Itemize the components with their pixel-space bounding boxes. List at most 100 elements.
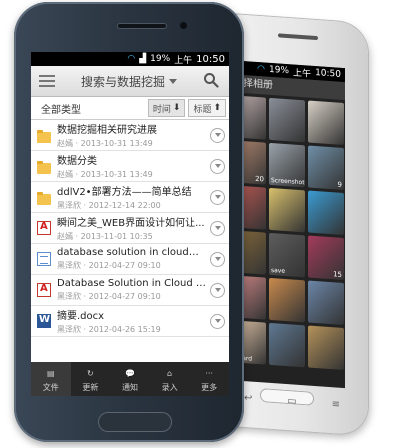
back-phone-speaker (278, 33, 318, 41)
wifi-icon: ◠ (127, 54, 136, 64)
file-meta: 黑泽欣 · 2012-12-14 22:00 (57, 200, 206, 211)
file-text: Database Solution in Cloud Co... 黑泽欣 · 20… (57, 278, 206, 302)
file-name: 瞬间之美_WEB界面设计如何让... (57, 218, 205, 229)
file-author: 黑泽欣 (57, 325, 81, 334)
album-count: 15 (333, 270, 342, 279)
expand-options-icon[interactable] (210, 282, 225, 298)
file-row[interactable]: Database Solution in Cloud Co... 黑泽欣 · 20… (31, 275, 229, 306)
hamburger-menu-icon[interactable] (39, 75, 55, 87)
file-row[interactable]: database solution in cloud——... 黑泽欣 · 201… (31, 244, 229, 275)
file-row[interactable]: ddlV2•部署方法——简单总结黑泽欣 · 2012-12-14 22:00 (31, 182, 229, 213)
tab-capture[interactable]: ⌂ 录入 (150, 362, 190, 396)
library-selector[interactable]: 搜索与数据挖掘 (55, 73, 203, 90)
capture-icon: ⌂ (167, 368, 173, 378)
bottom-tab-bar: ▤ 文件 ↻ 更新 💬 通知 ⌂ 录入 ··· 更多 (31, 362, 229, 396)
text-file-icon (37, 252, 51, 266)
file-meta: 黑泽欣 · 2012-04-26 15:19 (57, 324, 206, 335)
type-filter[interactable]: 全部类型 (41, 101, 148, 116)
file-text: database solution in cloud——... 黑泽欣 · 201… (57, 247, 206, 271)
file-author: 黑泽欣 (57, 261, 81, 270)
tab-notification[interactable]: 💬 通知 (110, 362, 150, 396)
file-list: 数据挖掘相关研究进展 赵嫣 · 2013-10-31 13:49 数据分类 赵嫣 · … (31, 120, 229, 337)
file-author: 黑泽欣 (57, 292, 81, 301)
tab-more[interactable]: ··· 更多 (189, 362, 229, 396)
file-date: 2012-04-26 15:19 (88, 325, 161, 334)
sort-time-label: 时间 (152, 104, 171, 115)
tab-label: 文件 (42, 383, 59, 392)
arrow-down-icon: ⬇ (172, 103, 181, 113)
album-thumbnail[interactable] (269, 187, 305, 233)
album-thumbnail[interactable] (269, 322, 305, 368)
expand-options-icon[interactable] (210, 251, 225, 267)
clock-ampm: 上午 (174, 55, 193, 66)
sort-by-title-button[interactable]: 标题 ⬆ (188, 99, 226, 117)
front-phone-speaker (118, 24, 166, 28)
album-thumbnail[interactable] (308, 190, 344, 236)
home-nav-icon[interactable]: ▭ (287, 396, 296, 411)
album-thumbnail[interactable] (308, 280, 344, 326)
expand-options-icon[interactable] (210, 189, 225, 205)
meta-separator: · (73, 139, 81, 148)
tab-label: 通知 (121, 383, 138, 392)
tab-file[interactable]: ▤ 文件 (31, 362, 71, 396)
sort-bar: 全部类型 时间 ⬇ 标题 ⬆ (31, 97, 229, 120)
arrow-up-icon: ⬆ (213, 103, 221, 113)
album-thumbnail[interactable] (269, 277, 305, 323)
album-thumbnail[interactable]: Screenshots (269, 142, 305, 188)
file-meta: 黑泽欣 · 2012-04-27 09:10 (57, 260, 206, 271)
file-text: ddlV2•部署方法——简单总结黑泽欣 · 2012-12-14 22:00 (57, 183, 206, 211)
clock-time: 10:50 (196, 53, 225, 65)
update-icon: ↻ (87, 368, 94, 378)
folder-icon (37, 129, 51, 143)
meta-separator: · (73, 232, 81, 241)
front-phone-home-button[interactable] (98, 412, 172, 432)
file-row[interactable]: 数据挖掘相关研究进展 赵嫣 · 2013-10-31 13:49 (31, 120, 229, 151)
expand-options-icon[interactable] (210, 127, 225, 143)
file-row[interactable]: 瞬间之美_WEB界面设计如何让... 赵嫣 · 2013-11-01 10:35 (31, 213, 229, 244)
file-row[interactable]: 数据分类 赵嫣 · 2013-10-31 13:49 (31, 151, 229, 182)
file-date: 2012-12-14 22:00 (88, 201, 161, 210)
file-name: database solution in cloud——... (57, 247, 206, 258)
file-author: 赵嫣 (57, 170, 73, 179)
album-count: 9 (337, 180, 342, 189)
pdf-icon (37, 221, 51, 235)
sort-title-label: 标题 (193, 104, 212, 115)
file-name: ddlV2•部署方法——简单总结 (57, 187, 192, 198)
sort-by-time-button[interactable]: 时间 ⬇ (147, 99, 186, 117)
file-name: 数据挖掘相关研究进展 (57, 125, 157, 136)
battery-percent: 19% (150, 54, 171, 64)
tab-update[interactable]: ↻ 更新 (71, 362, 111, 396)
album-thumbnail[interactable] (269, 97, 305, 143)
file-row[interactable]: 摘要.docx 黑泽欣 · 2012-04-26 15:19 (31, 306, 229, 337)
album-count: 20 (255, 174, 264, 184)
search-icon[interactable] (203, 72, 221, 90)
meta-separator: · (81, 325, 89, 334)
folder-icon (37, 160, 51, 174)
back-nav-icon[interactable]: ↩ (244, 393, 252, 408)
word-doc-icon (37, 314, 51, 328)
pdf-icon (37, 283, 51, 297)
tab-label: 更多 (201, 383, 218, 392)
album-thumbnail[interactable] (308, 100, 344, 146)
meta-separator: · (73, 170, 81, 179)
clock-ampm: 上午 (293, 67, 312, 80)
album-thumbnail[interactable]: save (269, 232, 305, 278)
status-bar: ◠ ▟ 19% 上午 10:50 (31, 52, 229, 66)
expand-options-icon[interactable] (210, 313, 225, 329)
meta-separator: · (81, 292, 89, 301)
file-text: 数据分类 赵嫣 · 2013-10-31 13:49 (57, 152, 206, 180)
file-date: 2013-11-01 10:35 (80, 232, 153, 241)
file-text: 摘要.docx 黑泽欣 · 2012-04-26 15:19 (57, 307, 206, 335)
file-date: 2013-10-31 13:49 (80, 170, 153, 179)
album-name: Screenshots (271, 176, 305, 187)
expand-options-icon[interactable] (210, 158, 225, 174)
file-date: 2012-04-27 09:10 (88, 292, 161, 301)
back-phone-screen: ◠ 19% 上午 10:50 选择相册 20 Screenshots 9 save 15… (227, 59, 345, 389)
album-thumbnail[interactable] (308, 325, 344, 371)
notification-icon: 💬 (125, 368, 135, 378)
album-thumbnail[interactable]: 15 (308, 235, 344, 281)
menu-nav-icon[interactable]: ≡ (332, 399, 340, 414)
front-camera (180, 22, 187, 29)
expand-options-icon[interactable] (210, 220, 225, 236)
album-thumbnail[interactable]: 9 (308, 145, 344, 191)
